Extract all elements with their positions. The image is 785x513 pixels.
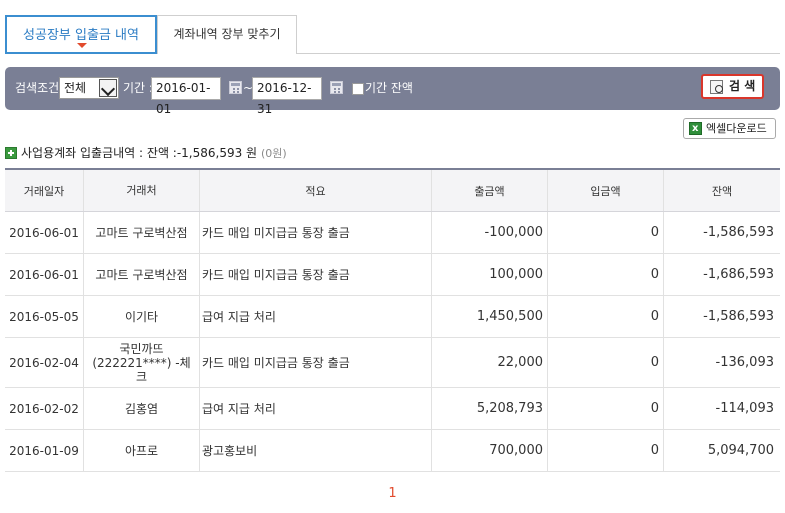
cell-withdraw: 1,450,500: [432, 296, 548, 337]
cell-balance: -114,093: [715, 401, 774, 416]
condition-select[interactable]: 전체: [59, 77, 119, 99]
cell-partner: 고마트 구로벽산점: [84, 212, 200, 253]
cell-withdraw: 22,000: [432, 338, 548, 387]
search-panel: 검색조건 : 전체 기간 : 2016-01-01 ~ 2016-12-31 기…: [5, 67, 780, 116]
balance-note: (0원): [260, 147, 287, 160]
table-row[interactable]: 2016-05-05 이기타 급여 지급 처리 1,450,500 0 -1,5…: [5, 296, 780, 338]
tab-label: 성공장부 입출금 내역: [23, 28, 139, 43]
date-to-input[interactable]: 2016-12-31: [252, 77, 322, 116]
plus-icon: [5, 146, 17, 159]
cell-partner: 국민까뜨(222221****) -체크: [84, 338, 200, 387]
balance-value: -1,586,593 원: [176, 146, 258, 160]
active-tab-caret-icon: [77, 43, 87, 48]
column-header-memo: 적요: [200, 170, 432, 211]
cell-balance: -136,093: [715, 355, 774, 370]
search-button[interactable]: 검 색: [701, 74, 764, 99]
cell-partner: 김홍염: [84, 388, 200, 429]
cell-balance: 5,094,700: [707, 443, 774, 458]
cell-balance: -1,586,593: [703, 309, 774, 324]
excel-download-label: 엑셀다운로드: [706, 122, 767, 135]
period-balance-checkbox[interactable]: [352, 83, 364, 95]
cell-memo: 광고홍보비: [200, 430, 432, 471]
table-row[interactable]: 2016-01-09 아프로 광고홍보비 700,000 0 5,094,700: [5, 430, 780, 472]
cell-date: 2016-02-04: [5, 338, 84, 387]
cell-date: 2016-06-01: [5, 212, 84, 253]
transactions-table: 거래일자 거래처 적요 출금액 입금액 잔액 2016-06-01 고마트 구로…: [5, 168, 780, 472]
cell-date: 2016-06-01: [5, 254, 84, 295]
excel-download-button[interactable]: 엑셀다운로드: [683, 118, 776, 139]
cell-memo: 카드 매입 미지급금 통장 출금: [200, 254, 432, 295]
column-header-balance: 잔액: [711, 184, 733, 198]
chevron-down-icon[interactable]: [99, 79, 117, 97]
pagination: 1: [0, 486, 785, 501]
cell-partner: 이기타: [84, 296, 200, 337]
section-title: 사업용계좌 입출금내역 : 잔액 :-1,586,593 원 (0원): [5, 144, 287, 162]
cell-deposit: 0: [548, 296, 664, 337]
period-balance-label: 기간 잔액: [365, 81, 413, 95]
cell-withdraw: 5,208,793: [432, 388, 548, 429]
search-icon: [710, 80, 723, 94]
cell-date: 2016-02-02: [5, 388, 84, 429]
column-header-withdraw: 출금액: [432, 170, 548, 211]
table-row[interactable]: 2016-02-02 김홍염 급여 지급 처리 5,208,793 0 -114…: [5, 388, 780, 430]
tab-account-reconcile[interactable]: 계좌내역 장부 맞추기: [157, 15, 297, 54]
cell-memo: 카드 매입 미지급금 통장 출금: [200, 338, 432, 387]
tab-label: 계좌내역 장부 맞추기: [173, 27, 281, 41]
column-header-date: 거래일자: [5, 170, 84, 211]
search-button-label: 검 색: [729, 79, 756, 93]
cell-deposit: 0: [548, 254, 664, 295]
page-link-current[interactable]: 1: [388, 486, 396, 501]
cell-date: 2016-01-09: [5, 430, 84, 471]
cell-deposit: 0: [548, 388, 664, 429]
table-row[interactable]: 2016-06-01 고마트 구로벽산점 카드 매입 미지급금 통장 출금 10…: [5, 254, 780, 296]
condition-select-value: 전체: [64, 81, 87, 95]
table-row[interactable]: 2016-06-01 고마트 구로벽산점 카드 매입 미지급금 통장 출금 -1…: [5, 212, 780, 254]
cell-memo: 급여 지급 처리: [200, 296, 432, 337]
balance-label: : 잔액 :: [139, 146, 177, 160]
column-header-deposit: 입금액: [548, 170, 664, 211]
cell-balance: -1,586,593: [703, 225, 774, 240]
table-row[interactable]: 2016-02-04 국민까뜨(222221****) -체크 카드 매입 미지…: [5, 338, 780, 388]
period-label: 기간 :: [123, 81, 153, 95]
excel-icon: [689, 119, 702, 138]
cell-balance: -1,686,593: [703, 267, 774, 282]
cell-withdraw: 100,000: [432, 254, 548, 295]
cell-deposit: 0: [548, 212, 664, 253]
section-title-text: 사업용계좌 입출금내역: [21, 146, 136, 160]
cell-memo: 급여 지급 처리: [200, 388, 432, 429]
cell-withdraw: -100,000: [432, 212, 548, 253]
cell-partner: 아프로: [84, 430, 200, 471]
date-from-input[interactable]: 2016-01-01: [151, 77, 221, 116]
tab-bar: 성공장부 입출금 내역 계좌내역 장부 맞추기: [5, 15, 780, 54]
table-header-row: 거래일자 거래처 적요 출금액 입금액 잔액: [5, 170, 780, 212]
tab-ledger-transactions[interactable]: 성공장부 입출금 내역: [5, 15, 157, 54]
cell-deposit: 0: [548, 430, 664, 471]
cell-withdraw: 700,000: [432, 430, 548, 471]
column-header-partner: 거래처: [84, 170, 200, 211]
cell-partner: 고마트 구로벽산점: [84, 254, 200, 295]
cell-memo: 카드 매입 미지급금 통장 출금: [200, 212, 432, 253]
cell-date: 2016-05-05: [5, 296, 84, 337]
calendar-icon[interactable]: [330, 81, 343, 94]
calendar-icon[interactable]: [229, 81, 242, 94]
cell-deposit: 0: [548, 338, 664, 387]
